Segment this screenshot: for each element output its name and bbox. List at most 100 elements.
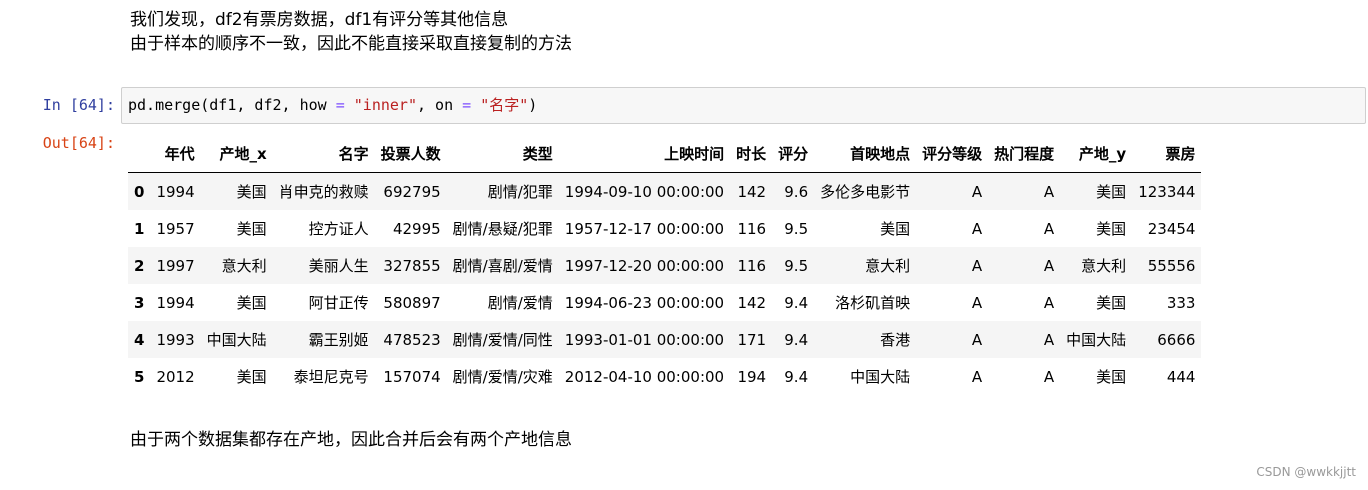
column-header: 产地_y: [1060, 134, 1133, 173]
table-cell: 142: [737, 182, 767, 201]
table-cell: 剧情/爱情/同性: [452, 331, 553, 349]
table-cell: 美国: [1096, 368, 1127, 386]
table-cell: 123344: [1138, 182, 1196, 201]
code-cell-input[interactable]: pd.merge(df1, df2, how = "inner", on = "…: [121, 87, 1366, 124]
table-row: 4 1993 中国大陆 霸王别姬 478523 剧情/爱情/同性 1993-01…: [128, 321, 1202, 358]
table-cell: 478523: [383, 330, 441, 349]
markdown-cell-bottom[interactable]: 由于两个数据集都存在产地，因此合并后会有两个产地信息: [130, 428, 572, 452]
table-cell: 9.4: [784, 293, 809, 312]
table-cell: A: [1043, 256, 1055, 275]
table-cell: A: [1043, 293, 1055, 312]
table-cell: 171: [737, 330, 767, 349]
column-header: 首映地点: [814, 134, 917, 173]
table-cell: 2012-04-10 00:00:00: [564, 367, 725, 386]
table-cell: 美国: [1096, 220, 1127, 238]
table-cell: 9.6: [784, 182, 809, 201]
row-index: 5: [134, 367, 145, 386]
code-string: "名字": [471, 96, 529, 114]
table-cell: 1997-12-20 00:00:00: [564, 256, 725, 275]
table-cell: A: [1043, 182, 1055, 201]
dataframe-table: 年代 产地_x 名字 投票人数 类型 上映时间 时长 评分 首映地点 评分等级 …: [128, 134, 1202, 395]
column-header: 评分: [772, 134, 815, 173]
watermark-text: CSDN @wwkkjjtt: [1256, 465, 1356, 479]
table-cell: A: [1043, 330, 1055, 349]
table-cell: 55556: [1147, 256, 1196, 275]
table-cell: A: [1043, 367, 1055, 386]
table-cell: 333: [1166, 293, 1196, 312]
table-cell: 1994: [156, 293, 195, 312]
table-cell: 泰坦尼克号: [293, 368, 369, 386]
table-cell: 多伦多电影节: [820, 183, 911, 201]
column-header: 产地_x: [200, 134, 273, 173]
table-cell: 116: [737, 219, 767, 238]
table-cell: 42995: [392, 219, 441, 238]
input-prompt: In [64]:: [42, 96, 115, 114]
table-cell: 9.4: [784, 330, 809, 349]
markdown-line: 我们发现，df2有票房数据，df1有评分等其他信息: [130, 10, 509, 30]
table-cell: 剧情/爱情/灾难: [452, 368, 553, 386]
table-cell: 1993-01-01 00:00:00: [564, 330, 725, 349]
table-row: 5 2012 美国 泰坦尼克号 157074 剧情/爱情/灾难 2012-04-…: [128, 358, 1201, 395]
table-cell: 1993: [156, 330, 195, 349]
table-cell: 香港: [880, 331, 911, 349]
table-cell: 意大利: [221, 257, 267, 275]
table-cell: A: [971, 293, 983, 312]
markdown-cell-top[interactable]: 我们发现，df2有票房数据，df1有评分等其他信息 由于样本的顺序不一致，因此不…: [130, 8, 572, 56]
table-cell: 1997: [156, 256, 195, 275]
table-cell: 美国: [1096, 294, 1127, 312]
column-header: 时长: [730, 134, 773, 173]
table-cell: 意大利: [865, 257, 911, 275]
code-text: pd.merge(df1, df2, how: [128, 96, 336, 114]
table-cell: 中国大陆: [206, 331, 267, 349]
table-cell: 9.5: [784, 219, 809, 238]
table-header-row: 年代 产地_x 名字 投票人数 类型 上映时间 时长 评分 首映地点 评分等级 …: [128, 134, 1202, 173]
table-cell: A: [971, 256, 983, 275]
table-cell: 6666: [1157, 330, 1196, 349]
table-cell: 9.4: [784, 367, 809, 386]
table-cell: 116: [737, 256, 767, 275]
table-cell: 意大利: [1081, 257, 1127, 275]
table-cell: A: [1043, 219, 1055, 238]
column-header: 票房: [1132, 134, 1202, 173]
table-cell: 美国: [880, 220, 911, 238]
row-index: 0: [134, 182, 145, 201]
table-cell: 洛杉矶首映: [835, 294, 911, 312]
row-index: 1: [134, 219, 145, 238]
table-cell: A: [971, 182, 983, 201]
table-cell: 美国: [236, 294, 267, 312]
table-cell: 580897: [383, 293, 441, 312]
table-cell: A: [971, 219, 983, 238]
table-cell: 23454: [1147, 219, 1196, 238]
code-string: "inner": [344, 96, 417, 114]
table-cell: 美国: [236, 183, 267, 201]
table-cell: 157074: [383, 367, 441, 386]
table-row: 3 1994 美国 阿甘正传 580897 剧情/爱情 1994-06-23 0…: [128, 284, 1201, 321]
table-cell: 444: [1166, 367, 1196, 386]
column-header: 热门程度: [988, 134, 1061, 173]
markdown-line: 由于两个数据集都存在产地，因此合并后会有两个产地信息: [130, 430, 572, 450]
table-cell: A: [971, 330, 983, 349]
column-header: [128, 134, 151, 173]
table-cell: 1994-06-23 00:00:00: [564, 293, 725, 312]
output-prompt: Out[64]:: [42, 134, 115, 152]
column-header: 名字: [272, 134, 375, 173]
table-row: 2 1997 意大利 美丽人生 327855 剧情/喜剧/爱情 1997-12-…: [128, 247, 1202, 284]
table-cell: 剧情/悬疑/犯罪: [452, 220, 553, 238]
table-row: 1 1957 美国 控方证人 42995 剧情/悬疑/犯罪 1957-12-17…: [128, 210, 1201, 247]
table-cell: 1957: [156, 219, 195, 238]
table-cell: 327855: [383, 256, 441, 275]
table-cell: 9.5: [784, 256, 809, 275]
table-cell: 中国大陆: [1066, 331, 1127, 349]
table-cell: 1957-12-17 00:00:00: [564, 219, 725, 238]
column-header: 类型: [446, 134, 559, 173]
table-cell: 美国: [236, 220, 267, 238]
code-text: ): [528, 96, 538, 114]
table-cell: 肖申克的救赎: [278, 183, 369, 201]
table-cell: A: [971, 367, 983, 386]
row-index: 2: [134, 256, 145, 275]
code-text: , on: [417, 96, 463, 114]
column-header: 上映时间: [558, 134, 731, 173]
code-operator: =: [462, 96, 472, 114]
code-operator: =: [335, 96, 345, 114]
row-index: 4: [134, 330, 145, 349]
